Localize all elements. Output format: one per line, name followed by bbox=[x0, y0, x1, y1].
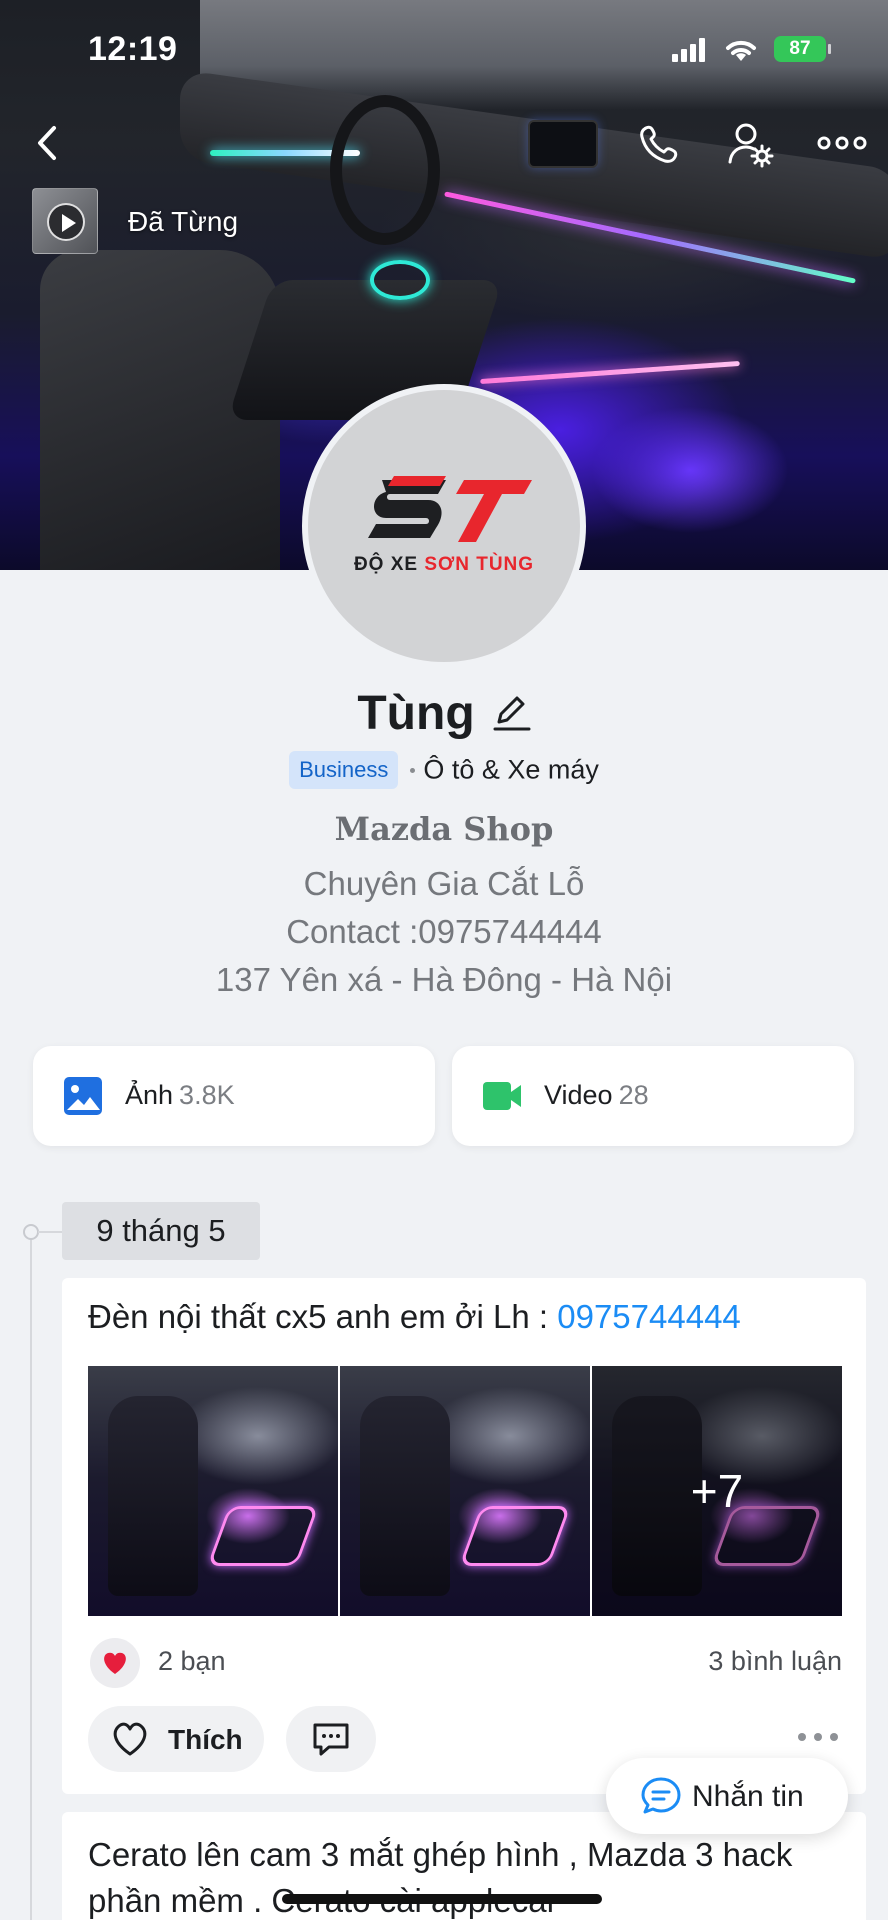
back-icon[interactable] bbox=[28, 118, 68, 168]
post-text: Đèn nội thất cx5 anh em ởi Lh : 09757444… bbox=[88, 1298, 741, 1335]
chat-bubble-icon bbox=[641, 1777, 681, 1814]
cover-cupholder-light bbox=[370, 260, 430, 300]
avatar-brand-text: ĐỘ XE SƠN TÙNG bbox=[353, 554, 535, 575]
bio-line: Contact :0975744444 bbox=[286, 913, 602, 950]
profile-name-row: Tùng bbox=[0, 686, 888, 741]
more-photos-count[interactable]: +7 bbox=[592, 1366, 842, 1616]
heart-outline-icon bbox=[113, 1722, 147, 1756]
reaction-heart[interactable] bbox=[90, 1638, 140, 1688]
photo-gallery-icon bbox=[64, 1077, 102, 1115]
post-photo[interactable] bbox=[340, 1366, 590, 1616]
heart-icon bbox=[104, 1652, 126, 1674]
comment-count[interactable]: 3 bình luận bbox=[708, 1646, 842, 1677]
post-phone-link[interactable]: 0975744444 bbox=[557, 1298, 741, 1335]
battery-icon: 87 bbox=[774, 36, 831, 62]
timeline-date: 9 tháng 5 bbox=[62, 1202, 260, 1260]
timeline-line bbox=[30, 1232, 32, 1920]
profile-name: Tùng bbox=[357, 687, 475, 740]
timeline-post[interactable]: Đèn nội thất cx5 anh em ởi Lh : 09757444… bbox=[62, 1278, 866, 1794]
post-photo[interactable] bbox=[88, 1366, 338, 1616]
message-button[interactable]: Nhắn tin bbox=[606, 1758, 848, 1834]
phone-call-icon[interactable] bbox=[632, 118, 688, 168]
timeline-dot bbox=[23, 1224, 39, 1240]
videos-count: 28 bbox=[618, 1080, 649, 1110]
bio-title: Mazda Shop bbox=[334, 810, 554, 848]
message-button-label: Nhắn tin bbox=[692, 1780, 804, 1813]
timeline-connector bbox=[38, 1231, 62, 1233]
cover-infotainment-screen bbox=[528, 120, 598, 168]
photos-count: 3.8K bbox=[179, 1080, 235, 1110]
cover-ambient-light bbox=[480, 360, 740, 385]
edit-name-icon[interactable] bbox=[491, 692, 531, 732]
status-time: 12:19 bbox=[88, 30, 178, 68]
brand-logo-icon bbox=[368, 476, 532, 542]
like-button[interactable]: Thích bbox=[88, 1706, 264, 1772]
comment-icon bbox=[313, 1723, 349, 1756]
photos-label: Ảnh 3.8K bbox=[125, 1080, 235, 1110]
home-indicator[interactable] bbox=[282, 1894, 602, 1904]
status-bar: 12:19 87 bbox=[0, 0, 888, 100]
comment-button[interactable] bbox=[286, 1706, 376, 1772]
videos-card[interactable]: Video 28 bbox=[452, 1046, 854, 1146]
profile-settings-icon[interactable] bbox=[722, 118, 778, 168]
photos-card[interactable]: Ảnh 3.8K bbox=[33, 1046, 435, 1146]
business-category: Ô tô & Xe máy bbox=[423, 754, 599, 785]
like-label: Thích bbox=[168, 1724, 243, 1755]
bio-line: 137 Yên xá - Hà Đông - Hà Nội bbox=[215, 961, 673, 998]
signal-icon bbox=[672, 38, 706, 62]
business-badge: Business bbox=[289, 751, 399, 789]
videos-label: Video 28 bbox=[544, 1080, 649, 1110]
bio-line: Chuyên Gia Cắt Lỗ bbox=[303, 865, 585, 902]
post-more-options-icon[interactable] bbox=[798, 1733, 842, 1743]
post-photo[interactable]: +7 bbox=[592, 1366, 842, 1616]
profile-music-thumbnail[interactable] bbox=[32, 188, 98, 254]
profile-music-title[interactable]: Đã Từng bbox=[128, 206, 238, 238]
profile-tags: Business Ô tô & Xe máy bbox=[0, 751, 888, 789]
avatar[interactable]: ĐỘ XE SƠN TÙNG bbox=[302, 384, 586, 668]
play-icon[interactable] bbox=[47, 203, 85, 241]
post-text: Cerato lên cam 3 mắt ghép hình , Mazda 3… bbox=[88, 1836, 793, 1919]
more-options-icon[interactable] bbox=[814, 118, 870, 168]
video-camera-icon bbox=[483, 1082, 521, 1110]
reaction-count[interactable]: 2 bạn bbox=[158, 1646, 226, 1677]
cover-steering-wheel bbox=[330, 95, 440, 245]
wifi-icon bbox=[726, 40, 756, 61]
separator-dot bbox=[410, 767, 416, 773]
